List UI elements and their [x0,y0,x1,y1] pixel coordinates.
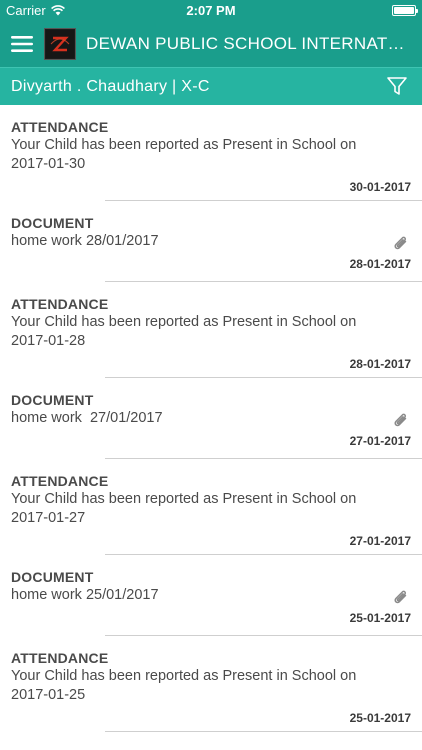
list-item[interactable]: DOCUMENT home work 28/01/2017 28-01-2017 [0,201,422,281]
list-item[interactable]: ATTENDANCE Your Child has been reported … [0,282,422,377]
item-date: 30-01-2017 [349,180,411,194]
item-text: Your Child has been reported as Present … [11,137,361,172]
list-item[interactable]: DOCUMENT home work 25/01/2017 25-01-2017 [0,555,422,635]
item-date: 27-01-2017 [349,534,411,548]
student-label: Divyarth . Chaudhary | X-C [11,77,210,95]
battery-icon [392,5,418,16]
item-date: 28-01-2017 [349,357,411,371]
item-text: Your Child has been reported as Present … [11,491,361,526]
list-item[interactable]: ATTENDANCE Your Child has been reported … [0,459,422,554]
app-bar: DEWAN PUBLIC SCHOOL INTERNATIONAL [0,20,422,67]
item-type: ATTENDANCE [11,119,109,135]
item-type: ATTENDANCE [11,296,109,312]
item-type: DOCUMENT [11,392,94,408]
item-type: ATTENDANCE [11,473,109,489]
paperclip-icon[interactable] [392,589,410,607]
item-type: DOCUMENT [11,215,94,231]
paperclip-icon[interactable] [392,412,410,430]
item-date: 25-01-2017 [349,611,411,625]
status-bar: Carrier 2:07 PM [0,0,422,20]
item-date: 28-01-2017 [349,257,411,271]
app-title: DEWAN PUBLIC SCHOOL INTERNATIONAL [86,33,408,53]
student-bar: Divyarth . Chaudhary | X-C [0,67,422,105]
list-item[interactable]: ATTENDANCE Your Child has been reported … [0,636,422,731]
item-text: Your Child has been reported as Present … [11,314,361,349]
item-text: home work 25/01/2017 [11,587,159,603]
filter-button[interactable] [386,75,408,97]
filter-icon [387,77,407,95]
item-type: DOCUMENT [11,569,94,585]
divider [105,731,422,732]
school-logo [44,27,76,60]
list-item[interactable]: ATTENDANCE Your Child has been reported … [0,105,422,200]
item-text: home work 27/01/2017 [11,410,163,426]
list-item[interactable]: DOCUMENT home work 27/01/2017 27-01-2017 [0,378,422,458]
item-text: Your Child has been reported as Present … [11,668,361,703]
item-type: ATTENDANCE [11,650,109,666]
menu-button[interactable] [0,20,44,67]
logo-emblem-icon [46,29,74,58]
notification-feed[interactable]: ATTENDANCE Your Child has been reported … [0,105,422,750]
status-time: 2:07 PM [186,3,236,18]
item-text: home work 28/01/2017 [11,233,159,249]
hamburger-icon [11,35,33,52]
item-date: 27-01-2017 [349,434,411,448]
item-date: 25-01-2017 [349,711,411,725]
paperclip-icon[interactable] [392,235,410,253]
